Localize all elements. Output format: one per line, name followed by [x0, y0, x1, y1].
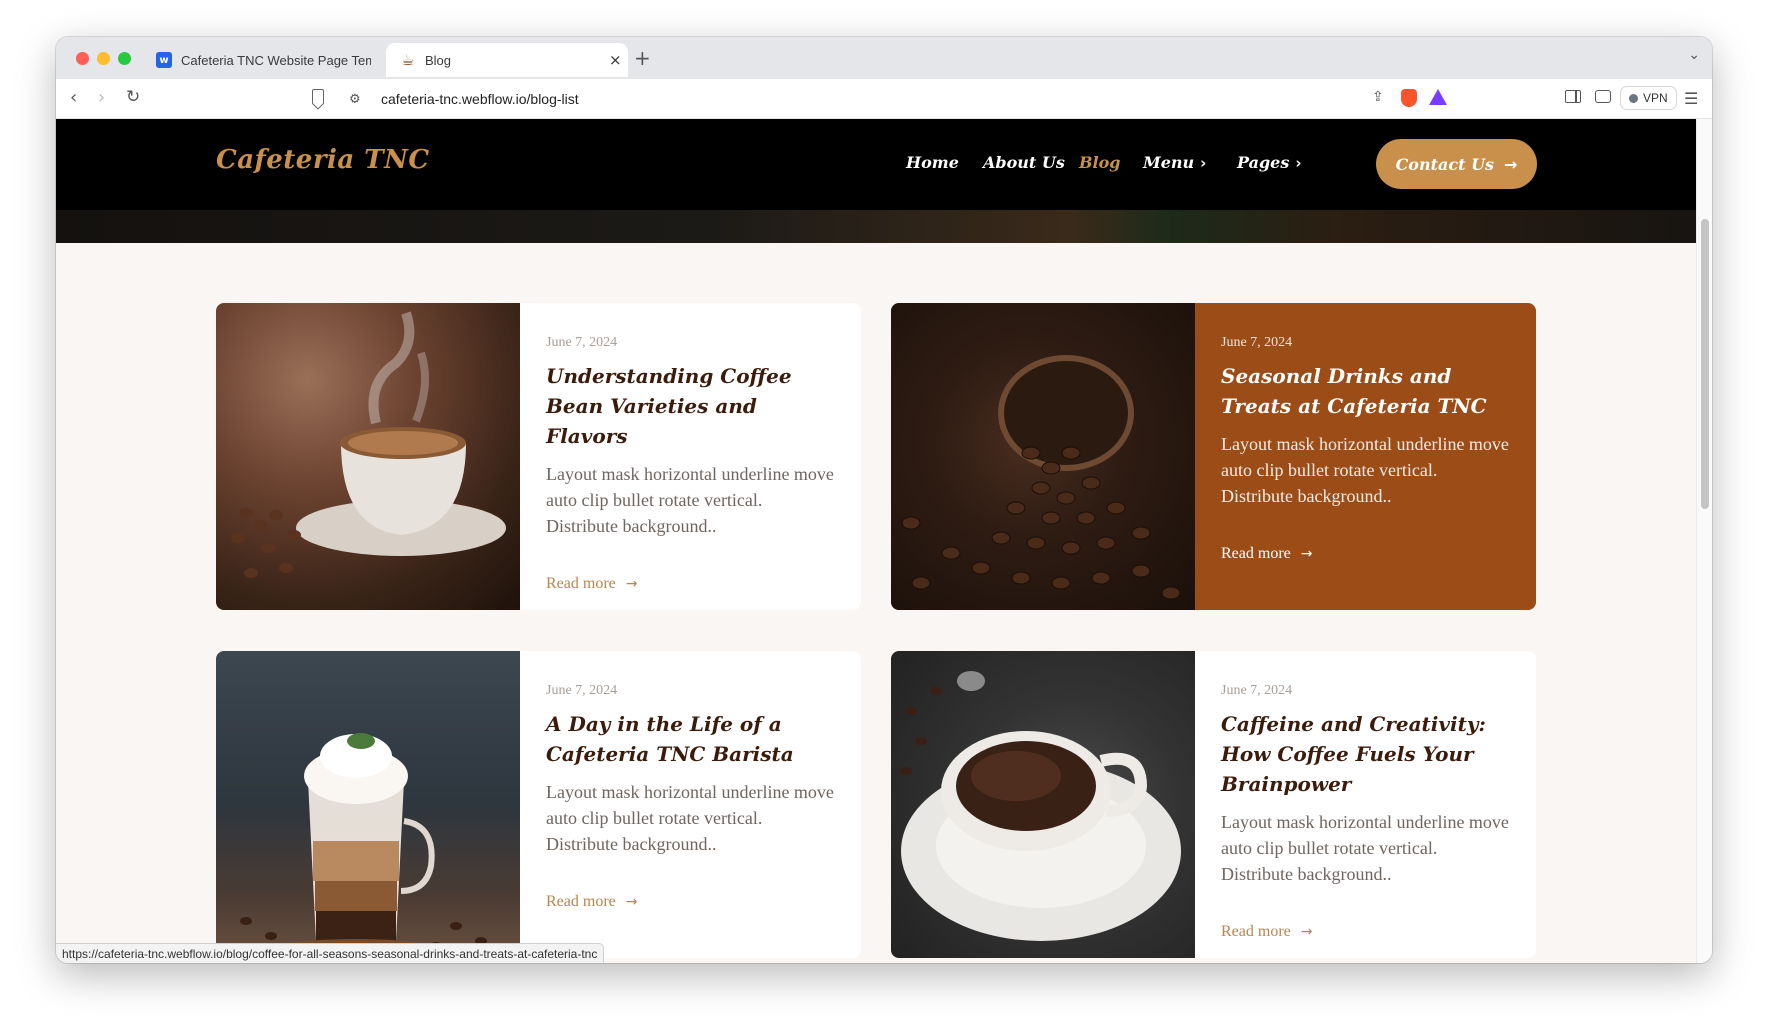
coffee-cup-icon: ☕: [401, 51, 415, 69]
read-more-label: Read more: [546, 893, 616, 910]
arrow-right-icon: →: [1504, 154, 1518, 174]
post-image[interactable]: [891, 303, 1195, 610]
post-title[interactable]: Seasonal Drinks and Treats at Cafeteria …: [1221, 361, 1512, 421]
site-navbar: Cafeteria TNC Home About Us Blog Menu › P…: [56, 119, 1696, 210]
read-more-label: Read more: [1221, 923, 1291, 940]
hamburger-menu-icon[interactable]: ☰: [1684, 89, 1698, 108]
nav-pages-label: Pages: [1237, 153, 1290, 172]
nav-blog[interactable]: Blog: [1079, 153, 1120, 172]
chevron-down-icon[interactable]: ⌄: [1688, 47, 1700, 63]
post-excerpt: Layout mask horizontal underline move au…: [546, 464, 834, 536]
webflow-icon: w: [156, 52, 172, 68]
read-more-label: Read more: [1221, 545, 1291, 562]
reload-icon[interactable]: ↻: [126, 87, 140, 107]
read-more-link[interactable]: Read more →: [1221, 923, 1312, 941]
close-window-button[interactable]: [76, 52, 89, 65]
page-content: Cafeteria TNC Home About Us Blog Menu › P…: [56, 119, 1696, 963]
status-bar-url: https://cafeteria-tnc.webflow.io/blog/co…: [56, 943, 605, 963]
post-image[interactable]: [216, 303, 520, 610]
site-settings-icon[interactable]: ⚙: [349, 92, 371, 107]
post-image[interactable]: [891, 651, 1195, 958]
tab-strip: w Cafeteria TNC Website Page Temp ☕ Blog…: [56, 37, 1712, 79]
site-logo[interactable]: Cafeteria TNC: [216, 145, 430, 175]
address-bar[interactable]: ⚙ cafeteria-tnc.webflow.io/blog-list: [339, 84, 1489, 114]
scrollbar-thumb[interactable]: [1701, 219, 1709, 509]
brave-rewards-icon[interactable]: [1429, 89, 1447, 105]
chevron-right-icon: ›: [1295, 154, 1302, 172]
sidebar-toggle-icon[interactable]: [1565, 90, 1581, 103]
back-arrow-icon[interactable]: ‹: [70, 87, 77, 108]
post-title[interactable]: Understanding Coffee Bean Varieties and …: [546, 361, 837, 451]
espresso-cup-illustration: [900, 671, 1181, 941]
post-excerpt: Layout mask horizontal underline move au…: [1221, 812, 1509, 884]
post-title[interactable]: A Day in the Life of a Cafeteria TNC Bar…: [546, 709, 837, 769]
arrow-right-icon: →: [1300, 546, 1313, 562]
blog-card[interactable]: June 7, 2024 Caffeine and Creativity: Ho…: [891, 651, 1536, 958]
read-more-label: Read more: [546, 575, 616, 592]
maximize-window-button[interactable]: [118, 52, 131, 65]
chevron-right-icon: ›: [1200, 154, 1207, 172]
read-more-link[interactable]: Read more →: [1221, 545, 1312, 563]
tab-title: Cafeteria TNC Website Page Temp: [181, 52, 371, 68]
contact-us-button[interactable]: Contact Us →: [1376, 139, 1537, 189]
blog-card[interactable]: June 7, 2024 Understanding Coffee Bean V…: [216, 303, 861, 610]
nav-pages[interactable]: Pages ›: [1237, 153, 1302, 172]
post-date: June 7, 2024: [1221, 683, 1293, 698]
contact-us-label: Contact Us: [1395, 154, 1495, 174]
bookmark-icon[interactable]: [312, 89, 324, 104]
nav-about-us[interactable]: About Us: [983, 153, 1065, 172]
vpn-status-icon: [1629, 93, 1638, 103]
minimize-window-button[interactable]: [97, 52, 110, 65]
coffee-beans-illustration: [901, 355, 1181, 600]
read-more-link[interactable]: Read more →: [546, 575, 637, 593]
new-tab-button[interactable]: +: [634, 46, 651, 70]
read-more-link[interactable]: Read more →: [546, 893, 637, 911]
post-excerpt: Layout mask horizontal underline move au…: [546, 782, 834, 854]
browser-toolbar: ‹ › ↻ ⚙ cafeteria-tnc.webflow.io/blog-li…: [56, 79, 1712, 119]
share-icon[interactable]: ⇪: [1372, 89, 1384, 105]
tab-title: Blog: [425, 52, 452, 68]
coffee-cup-illustration: [231, 311, 506, 578]
blog-card-featured[interactable]: June 7, 2024 Seasonal Drinks and Treats …: [891, 303, 1536, 610]
vpn-button[interactable]: VPN: [1620, 86, 1677, 110]
tab-webflow[interactable]: w Cafeteria TNC Website Page Temp: [156, 43, 384, 77]
tab-blog[interactable]: ☕ Blog ×: [386, 43, 628, 77]
arrow-right-icon: →: [625, 894, 638, 910]
arrow-right-icon: →: [1300, 924, 1313, 940]
nav-home[interactable]: Home: [906, 153, 959, 172]
blog-card[interactable]: June 7, 2024 A Day in the Life of a Cafe…: [216, 651, 861, 958]
page-scrollbar[interactable]: [1696, 119, 1712, 963]
post-excerpt: Layout mask horizontal underline move au…: [1221, 434, 1509, 506]
wallet-icon[interactable]: [1595, 90, 1611, 103]
post-date: June 7, 2024: [1221, 335, 1293, 350]
url-text[interactable]: cafeteria-tnc.webflow.io/blog-list: [381, 91, 579, 107]
brave-shields-icon[interactable]: [1401, 89, 1417, 107]
close-tab-icon[interactable]: ×: [609, 51, 622, 69]
post-title[interactable]: Caffeine and Creativity: How Coffee Fuel…: [1221, 709, 1512, 799]
post-image[interactable]: [216, 651, 520, 958]
forward-arrow-icon[interactable]: ›: [98, 87, 105, 108]
arrow-right-icon: →: [625, 576, 638, 592]
post-date: June 7, 2024: [546, 335, 618, 350]
nav-menu-label: Menu: [1143, 153, 1195, 172]
post-date: June 7, 2024: [546, 683, 618, 698]
nav-menu[interactable]: Menu ›: [1143, 153, 1206, 172]
browser-window: w Cafeteria TNC Website Page Temp ☕ Blog…: [56, 37, 1712, 963]
latte-glass-illustration: [240, 733, 487, 958]
vpn-label: VPN: [1643, 91, 1668, 105]
